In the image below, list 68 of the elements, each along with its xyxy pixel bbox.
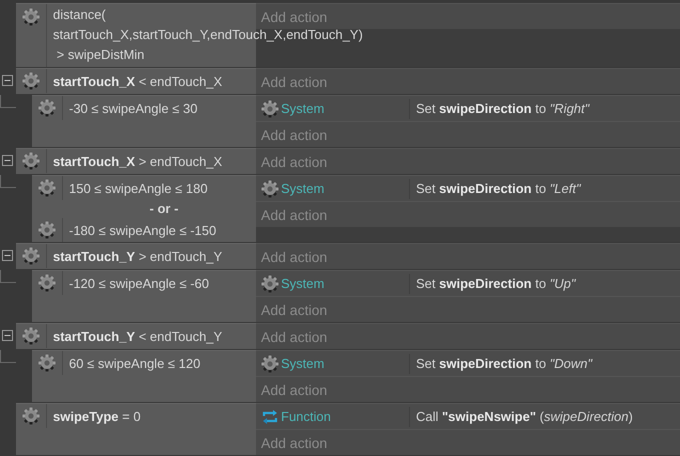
gear-icon: [261, 180, 279, 198]
add-action-row[interactable]: Add action: [256, 201, 680, 227]
gear-icon: [38, 99, 56, 117]
object-name: System: [281, 356, 324, 371]
collapse-icon[interactable]: [2, 155, 13, 166]
add-action-row[interactable]: Add action: [256, 121, 680, 147]
condition-text-line: distance(: [53, 6, 106, 24]
cycle-arrows-icon: [261, 408, 279, 426]
gear-icon: [38, 274, 56, 292]
condition-text: -180 ≤ swipeAngle ≤ -150: [68, 222, 216, 238]
condition-text: -30 ≤ swipeAngle ≤ 30: [68, 100, 198, 116]
condition-text: 150 ≤ swipeAngle ≤ 180: [68, 180, 208, 196]
action-row[interactable]: Function Call "swipeNswipe" (swipeDirection): [256, 403, 680, 429]
or-separator: - or -: [148, 200, 180, 218]
gear-icon: [22, 152, 40, 170]
action-row[interactable]: System Set swipeDirection to "Left": [256, 175, 680, 201]
collapse-icon[interactable]: [2, 250, 13, 261]
gear-icon: [22, 72, 40, 90]
gear-icon: [261, 274, 279, 292]
add-action-row[interactable]: Add action: [256, 148, 680, 174]
gear-icon: [261, 100, 279, 118]
object-name: System: [281, 101, 324, 116]
collapse-icon[interactable]: [2, 330, 13, 341]
event-condition-block[interactable]: swipeType = 0: [16, 403, 256, 455]
object-name: Function: [281, 409, 331, 424]
condition-text: startTouch_X > endTouch_X: [52, 154, 222, 168]
condition-text: -120 ≤ swipeAngle ≤ -60: [68, 276, 210, 290]
add-action-row[interactable]: Add action: [256, 376, 680, 402]
gear-icon: [261, 354, 279, 372]
action-row[interactable]: System Set swipeDirection to "Down": [256, 350, 680, 376]
condition-text: 60 ≤ swipeAngle ≤ 120: [68, 356, 200, 370]
collapse-icon[interactable]: [2, 75, 13, 86]
event-condition-block[interactable]: 150 ≤ swipeAngle ≤ 180 - or - -180 ≤ swipeAngle ≤ -150: [32, 175, 256, 242]
event-condition-block[interactable]: startTouch_Y < endTouch_Y: [16, 323, 256, 349]
action-text: Set swipeDirection to "Down": [415, 356, 592, 371]
gear-icon: [22, 8, 40, 26]
event-condition-block[interactable]: -120 ≤ swipeAngle ≤ -60: [32, 270, 256, 322]
object-name: System: [281, 181, 324, 196]
add-action-row[interactable]: Add action: [256, 296, 680, 322]
condition-text-line: startTouch_X,startTouch_Y,endTouch_X,endTouch_Y): [53, 26, 363, 44]
condition-text-line: > swipeDistMin: [56, 46, 144, 64]
gear-icon: [38, 179, 56, 197]
gear-icon: [22, 247, 40, 265]
condition-text: swipeType = 0: [52, 408, 141, 424]
add-action-row[interactable]: Add action: [256, 68, 680, 94]
add-action-row[interactable]: Add action: [256, 429, 680, 455]
event-condition-block[interactable]: 60 ≤ swipeAngle ≤ 120: [32, 350, 256, 402]
condition-text: startTouch_Y > endTouch_Y: [52, 248, 222, 264]
action-row[interactable]: System Set swipeDirection to "Up": [256, 270, 680, 296]
action-text: Set swipeDirection to "Left": [415, 181, 581, 196]
action-row[interactable]: System Set swipeDirection to "Right": [256, 95, 680, 121]
event-condition-block[interactable]: startTouch_X > endTouch_X: [16, 148, 256, 174]
add-action-row[interactable]: Add action: [256, 243, 680, 269]
event-condition-block[interactable]: -30 ≤ swipeAngle ≤ 30: [32, 95, 256, 147]
gear-icon: [22, 327, 40, 345]
action-text: Set swipeDirection to "Up": [415, 276, 576, 291]
add-action-row[interactable]: Add action: [256, 323, 680, 349]
object-name: System: [281, 276, 324, 291]
action-text: Call "swipeNswipe" (swipeDirection): [415, 409, 633, 424]
condition-text: startTouch_X < endTouch_X: [52, 74, 222, 88]
condition-text: startTouch_Y < endTouch_Y: [52, 328, 222, 344]
gear-icon: [38, 354, 56, 372]
add-action-row[interactable]: Add action: [256, 3, 680, 29]
gear-icon: [22, 407, 40, 425]
event-condition-block[interactable]: startTouch_X < endTouch_X: [16, 68, 256, 94]
gear-icon: [38, 221, 56, 239]
action-text: Set swipeDirection to "Right": [415, 101, 590, 116]
event-condition-block[interactable]: startTouch_Y > endTouch_Y: [16, 243, 256, 269]
